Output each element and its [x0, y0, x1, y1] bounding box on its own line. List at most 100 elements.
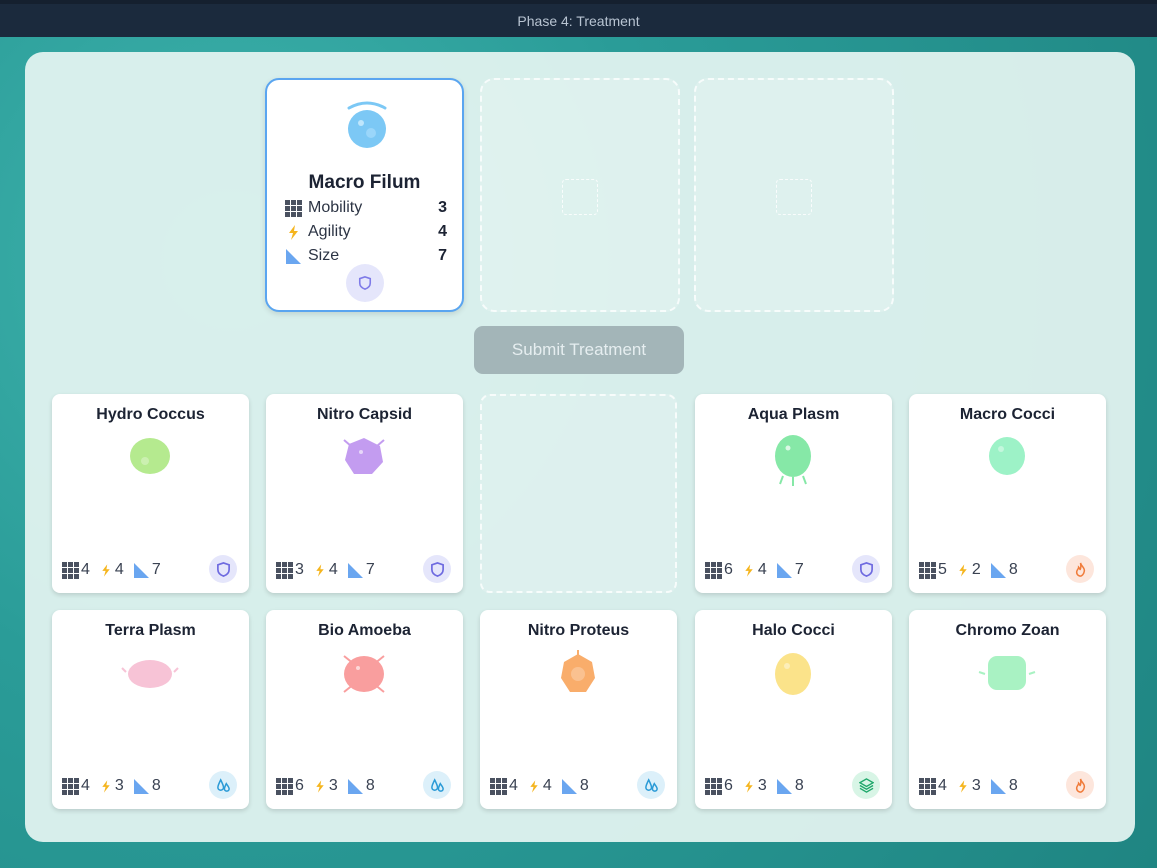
creature-icon — [775, 435, 811, 486]
creature-card-halo-cocci[interactable]: Halo Cocci 6 3 8 — [695, 610, 892, 809]
phase-title: Phase 4: Treatment — [517, 12, 640, 29]
card-name: Halo Cocci — [752, 622, 835, 639]
stat-label: Agility — [308, 223, 351, 240]
mobility-value: 4 — [81, 561, 90, 578]
size-value: 7 — [365, 561, 375, 578]
water-drops-icon — [430, 777, 444, 792]
ruler-triangle-icon — [776, 778, 792, 794]
mobility-value: 4 — [938, 777, 947, 794]
creature-icon — [775, 653, 811, 695]
mobility-stat: 6 — [705, 777, 733, 795]
agility-value: 3 — [114, 777, 124, 794]
creature-terra-plasm — [120, 650, 180, 710]
agility-stat: 4 — [99, 561, 124, 579]
bolt-icon — [102, 563, 110, 577]
creature-chromo-zoan — [977, 650, 1037, 710]
ruler-triangle-icon — [776, 562, 792, 578]
submit-treatment-button[interactable]: Submit Treatment — [474, 326, 684, 374]
mobility-stat: 3 — [276, 561, 304, 579]
size-stat: 8 — [990, 561, 1018, 579]
bolt-icon — [959, 563, 967, 577]
agility-stat: 4 — [742, 561, 767, 579]
agility-value: 3 — [971, 777, 981, 794]
phase-header: Phase 4: Treatment — [0, 0, 1157, 37]
size-value: 8 — [1008, 777, 1018, 794]
bolt-icon — [102, 779, 110, 793]
mobility-stat: 6 — [276, 777, 304, 795]
card-stats: 4 4 8 — [490, 777, 598, 795]
bolt-icon — [745, 779, 753, 793]
fire-badge — [1066, 555, 1094, 583]
shield-badge — [423, 555, 451, 583]
ruler-triangle-icon — [286, 248, 301, 264]
creature-card-hydro-coccus[interactable]: Hydro Coccus 4 4 7 — [52, 394, 249, 593]
stat-label: Mobility — [308, 199, 363, 216]
stat-mobility: Mobility 3 — [285, 197, 447, 219]
size-value: 8 — [365, 777, 375, 794]
agility-value: 4 — [757, 561, 767, 578]
bolt-icon — [316, 563, 324, 577]
shield-badge — [346, 264, 384, 302]
card-stats: 3 4 7 — [276, 561, 384, 579]
agility-value: 4 — [114, 561, 124, 578]
creature-icon — [130, 438, 170, 474]
ruler-triangle-icon — [133, 778, 149, 794]
card-name: Macro Cocci — [959, 406, 1056, 423]
agility-stat: 3 — [742, 777, 767, 795]
card-stats: 4 3 8 — [919, 777, 1027, 795]
bolt-icon — [289, 224, 298, 240]
card-name: Chromo Zoan — [955, 622, 1060, 639]
macro-filum-creature — [347, 101, 387, 148]
mobility-value: 6 — [295, 777, 304, 794]
stat-agility: Agility 4 — [285, 221, 447, 243]
water-drops-badge — [209, 771, 237, 799]
ruler-triangle-icon — [561, 778, 577, 794]
creature-icon — [343, 438, 385, 474]
creature-hydro-coccus — [120, 434, 180, 494]
card-stats: 4 3 8 — [62, 777, 170, 795]
ruler-triangle-icon — [990, 562, 1006, 578]
card-name: Nitro Capsid — [316, 406, 413, 423]
card-name: Nitro Proteus — [527, 622, 630, 639]
grid-icon — [705, 777, 722, 795]
grid-icon — [490, 777, 507, 795]
water-drops-badge — [423, 771, 451, 799]
agility-stat: 4 — [527, 777, 552, 795]
creature-card-aqua-plasm[interactable]: Aqua Plasm 6 4 7 — [695, 394, 892, 593]
card-name: Bio Amoeba — [318, 622, 411, 639]
shield-icon — [859, 561, 873, 577]
agility-stat: 3 — [99, 777, 124, 795]
size-value: 8 — [579, 777, 589, 794]
agility-stat: 2 — [956, 561, 981, 579]
treatment-slot-3[interactable] — [694, 78, 894, 312]
creature-card-chromo-zoan[interactable]: Chromo Zoan 4 3 8 — [909, 610, 1106, 809]
water-drops-icon — [644, 777, 658, 792]
size-stat: 7 — [133, 561, 161, 579]
card-stats: 6 3 8 — [276, 777, 384, 795]
card-stats: 5 2 8 — [919, 561, 1027, 579]
creature-card-terra-plasm[interactable]: Terra Plasm 4 3 8 — [52, 610, 249, 809]
mobility-stat: 4 — [62, 561, 90, 579]
mobility-value: 4 — [81, 777, 90, 794]
treatment-slot-2[interactable] — [480, 78, 680, 312]
agility-value: 4 — [542, 777, 552, 794]
bolt-icon — [316, 779, 324, 793]
bolt-icon — [530, 779, 538, 793]
creature-icon — [561, 650, 595, 692]
creature-card-macro-cocci[interactable]: Macro Cocci 5 2 8 — [909, 394, 1106, 593]
shield-badge — [209, 555, 237, 583]
mobility-value: 5 — [938, 561, 947, 578]
agility-stat: 3 — [313, 777, 338, 795]
grid-icon — [62, 561, 79, 579]
creature-nitro-proteus — [548, 650, 608, 710]
creature-card-bio-amoeba[interactable]: Bio Amoeba 6 3 8 — [266, 610, 463, 809]
selected-card-macro-filum[interactable]: Macro Filum Mobility 3 Agility 4 Size 7 — [265, 78, 464, 312]
stat-value: 4 — [438, 223, 447, 240]
agility-stat: 4 — [313, 561, 338, 579]
fire-icon — [1075, 562, 1085, 577]
creature-card-nitro-capsid[interactable]: Nitro Capsid 3 4 7 — [266, 394, 463, 593]
water-drops-icon — [216, 777, 230, 792]
size-stat: 8 — [561, 777, 589, 795]
card-name: Aqua Plasm — [747, 406, 840, 423]
creature-card-nitro-proteus[interactable]: Nitro Proteus 4 4 8 — [480, 610, 677, 809]
